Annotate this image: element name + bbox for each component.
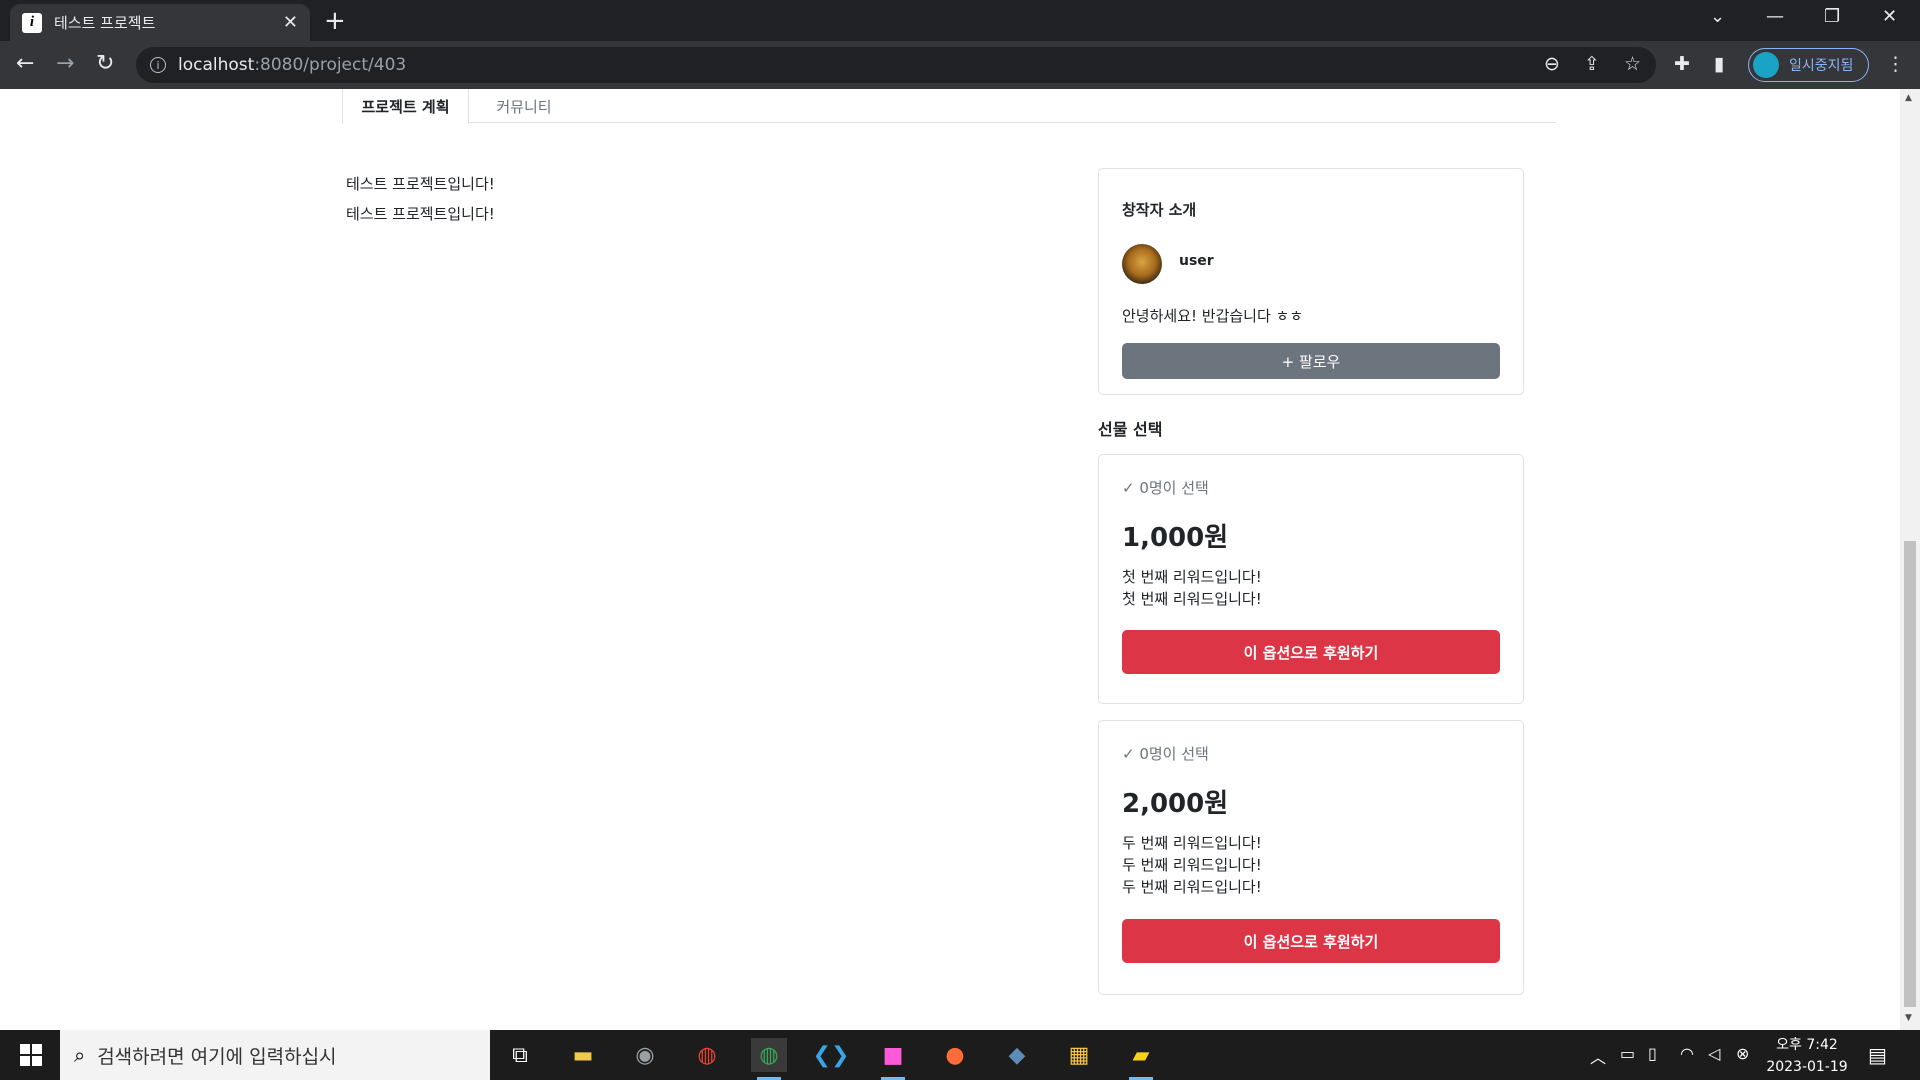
tab-community[interactable]: 커뮤니티 bbox=[469, 89, 579, 123]
forward-button[interactable]: → bbox=[56, 51, 74, 76]
close-circle-icon[interactable]: ⊗ bbox=[1736, 1044, 1749, 1063]
reward-description: 첫 번째 리워드입니다! 첫 번째 리워드입니다! bbox=[1122, 566, 1262, 610]
puzzle-app-icon[interactable]: ▦ bbox=[1061, 1038, 1097, 1072]
back-this-option-button[interactable]: 이 옵션으로 후원하기 bbox=[1122, 630, 1500, 674]
mysql-workbench-icon[interactable]: ◆ bbox=[999, 1038, 1035, 1072]
profile-button[interactable]: 일시중지됨 bbox=[1748, 48, 1869, 82]
reward-price: 1,000원 bbox=[1122, 523, 1229, 553]
back-this-option-button[interactable]: 이 옵션으로 후원하기 bbox=[1122, 919, 1500, 963]
clock-time: 오후 7:42 bbox=[1776, 1037, 1838, 1053]
extensions-icon[interactable]: ✚ bbox=[1674, 53, 1690, 75]
reward-line: 두 번째 리워드입니다! bbox=[1122, 856, 1262, 874]
page-content: 프로젝트 계획 커뮤니티 테스트 프로젝트입니다! 테스트 프로젝트입니다! 창… bbox=[0, 89, 1900, 1030]
reward-line: 첫 번째 리워드입니다! bbox=[1122, 590, 1262, 608]
sticky-notes-icon[interactable]: ▰ bbox=[1123, 1038, 1159, 1080]
description-line: 테스트 프로젝트입니다! bbox=[346, 175, 495, 193]
zoom-icon[interactable]: ⊖ bbox=[1544, 53, 1560, 75]
close-tab-icon[interactable]: ✕ bbox=[283, 12, 298, 33]
reward-price: 2,000원 bbox=[1122, 789, 1229, 819]
tab-search-chevron-icon[interactable]: ⌄ bbox=[1710, 6, 1725, 27]
url-host: localhost bbox=[178, 55, 255, 75]
task-view-icon[interactable]: ⧉ bbox=[502, 1038, 538, 1072]
side-panel-icon[interactable]: ▮ bbox=[1714, 53, 1724, 75]
profile-label: 일시중지됨 bbox=[1789, 58, 1854, 74]
browser-menu-icon[interactable]: ⋮ bbox=[1886, 53, 1905, 75]
search-highlight-image bbox=[394, 1036, 490, 1080]
browser-toolbar: ← → ↻ i localhost :8080/project/403 ⊖ ⇪ … bbox=[0, 41, 1920, 89]
reward-card: ✓ 0명이 선택 1,000원 첫 번째 리워드입니다! 첫 번째 리워드입니다… bbox=[1098, 454, 1524, 704]
volume-icon[interactable]: ◁ bbox=[1708, 1044, 1720, 1063]
scroll-up-arrow-icon[interactable]: ▲ bbox=[1905, 93, 1912, 103]
scroll-down-arrow-icon[interactable]: ▼ bbox=[1905, 1013, 1912, 1023]
close-window-button[interactable]: ✕ bbox=[1882, 6, 1897, 27]
reward-line: 두 번째 리워드입니다! bbox=[1122, 878, 1262, 896]
url-path: :8080/project/403 bbox=[254, 55, 407, 75]
file-explorer-icon[interactable]: ▬ bbox=[565, 1038, 601, 1072]
site-favicon-icon: i bbox=[22, 12, 42, 33]
follow-button[interactable]: + 팔로우 bbox=[1122, 343, 1500, 379]
camera-app-icon[interactable]: ◉ bbox=[627, 1038, 663, 1072]
share-icon[interactable]: ⇪ bbox=[1584, 53, 1600, 75]
new-tab-button[interactable]: + bbox=[324, 6, 346, 36]
browser-titlebar: i 테스트 프로젝트 ✕ + ⌄ — ❐ ✕ bbox=[0, 0, 1920, 41]
reward-card: ✓ 0명이 선택 2,000원 두 번째 리워드입니다! 두 번째 리워드입니다… bbox=[1098, 720, 1524, 995]
taskbar-search-placeholder: 검색하려면 여기에 입력하십시 bbox=[97, 1045, 337, 1068]
meet-now-icon[interactable]: ▭ bbox=[1620, 1044, 1635, 1063]
project-tabs: 프로젝트 계획 커뮤니티 bbox=[342, 89, 1556, 124]
reward-line: 두 번째 리워드입니다! bbox=[1122, 834, 1262, 852]
tab-project-plan[interactable]: 프로젝트 계획 bbox=[342, 89, 469, 124]
chrome-active-icon[interactable]: ◍ bbox=[751, 1038, 787, 1080]
browser-tab[interactable]: i 테스트 프로젝트 ✕ bbox=[10, 4, 310, 41]
creator-card: 창작자 소개 user 안녕하세요! 반갑습니다 ㅎㅎ + 팔로우 bbox=[1098, 168, 1524, 395]
notification-center-icon[interactable]: ▤ bbox=[1868, 1043, 1887, 1067]
creator-avatar[interactable] bbox=[1122, 244, 1162, 284]
reward-selected-count: ✓ 0명이 선택 bbox=[1122, 479, 1209, 497]
intellij-icon[interactable]: ■ bbox=[875, 1038, 911, 1080]
bookmark-star-icon[interactable]: ☆ bbox=[1624, 53, 1641, 75]
creator-heading: 창작자 소개 bbox=[1122, 201, 1197, 219]
reward-selected-count: ✓ 0명이 선택 bbox=[1122, 745, 1209, 763]
vscode-icon[interactable]: ❮❯ bbox=[813, 1038, 850, 1072]
page-scrollbar[interactable]: ▲ ▼ bbox=[1900, 89, 1920, 1030]
reward-line: 첫 번째 리워드입니다! bbox=[1122, 568, 1262, 586]
profile-avatar bbox=[1753, 52, 1779, 78]
project-description: 테스트 프로젝트입니다! 테스트 프로젝트입니다! bbox=[346, 169, 495, 229]
minimize-button[interactable]: — bbox=[1766, 6, 1784, 27]
chrome-icon[interactable]: ◍ bbox=[689, 1038, 725, 1072]
creator-username[interactable]: user bbox=[1179, 253, 1214, 269]
windows-taskbar: ⌕ 검색하려면 여기에 입력하십시 ⧉ ▬ ◉ ◍ ◍ ❮❯ ■ ● ◆ ▦ ▰… bbox=[0, 1030, 1920, 1080]
reward-description: 두 번째 리워드입니다! 두 번째 리워드입니다! 두 번째 리워드입니다! bbox=[1122, 832, 1262, 898]
creator-intro: 안녕하세요! 반갑습니다 ㅎㅎ bbox=[1122, 307, 1304, 325]
gift-heading: 선물 선택 bbox=[1098, 420, 1163, 439]
back-button[interactable]: ← bbox=[16, 51, 34, 76]
clock-date: 2023-01-19 bbox=[1766, 1059, 1848, 1075]
scrollbar-thumb[interactable] bbox=[1904, 541, 1916, 1007]
reload-button[interactable]: ↻ bbox=[96, 51, 114, 76]
search-icon: ⌕ bbox=[74, 1043, 86, 1067]
taskbar-clock[interactable]: 오후 7:42 2023-01-19 bbox=[1762, 1034, 1852, 1078]
restore-button[interactable]: ❐ bbox=[1824, 6, 1840, 27]
taskbar-search-box[interactable]: ⌕ 검색하려면 여기에 입력하십시 bbox=[60, 1030, 490, 1080]
postman-icon[interactable]: ● bbox=[937, 1038, 973, 1072]
tray-overflow-chevron-icon[interactable]: ︿ bbox=[1590, 1044, 1606, 1068]
tab-title: 테스트 프로젝트 bbox=[54, 14, 156, 32]
wifi-icon[interactable]: ◠ bbox=[1680, 1044, 1694, 1063]
windows-start-icon[interactable] bbox=[20, 1044, 42, 1066]
address-bar[interactable]: i localhost :8080/project/403 bbox=[136, 47, 1656, 83]
description-line: 테스트 프로젝트입니다! bbox=[346, 205, 495, 223]
battery-icon[interactable]: ▯ bbox=[1648, 1044, 1657, 1063]
site-info-icon[interactable]: i bbox=[150, 57, 166, 73]
